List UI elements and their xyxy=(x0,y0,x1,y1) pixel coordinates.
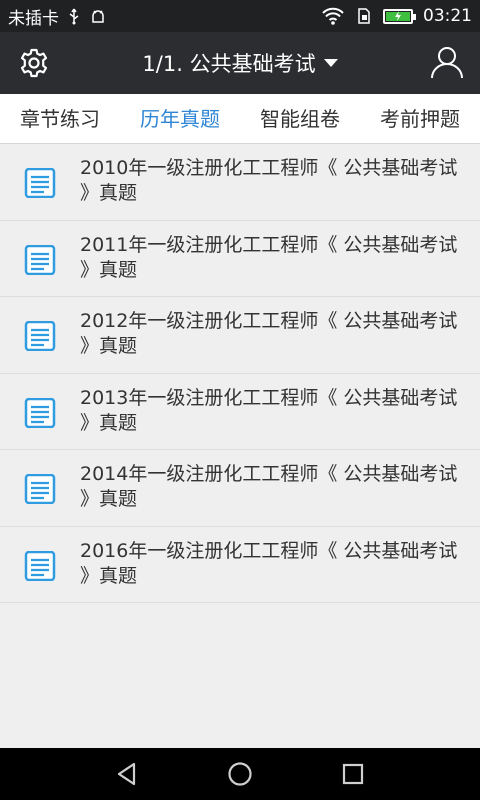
user-icon[interactable] xyxy=(430,45,464,79)
sim-icon xyxy=(358,8,370,24)
list-item[interactable]: 2011年一级注册化工工程师《 公共基础考试 》真题 xyxy=(0,220,480,297)
tab-bar: 章节练习 历年真题 智能组卷 考前押题 xyxy=(0,94,480,144)
document-icon xyxy=(24,397,56,428)
android-debug-icon xyxy=(92,10,104,23)
list-item[interactable]: 2014年一级注册化工工程师《 公共基础考试 》真题 xyxy=(0,450,480,527)
title-dropdown: 1/1. 公共基础考试 xyxy=(0,32,480,94)
app-bar: 1/1. 公共基础考试 xyxy=(0,32,480,94)
tab-chapter-practice[interactable]: 章节练习 xyxy=(0,94,120,144)
exam-list: 2010年一级注册化工工程师《 公共基础考试 》真题 2011年一级注册化工工程… xyxy=(0,144,480,603)
list-item[interactable]: 2010年一级注册化工工程师《 公共基础考试 》真题 xyxy=(0,144,480,221)
exam-title: 2016年一级注册化工工程师《 公共基础考试 》真题 xyxy=(80,539,458,587)
document-icon xyxy=(24,168,56,198)
status-left: 未插卡 xyxy=(8,4,107,29)
exam-title: 2012年一级注册化工工程师《 公共基础考试 》真题 xyxy=(80,310,458,357)
usb-icon xyxy=(69,8,79,25)
exam-title: 2011年一级注册化工工程师《 公共基础考试 》真题 xyxy=(80,233,458,281)
exam-title: 2013年一级注册化工工程师《 公共基础考试 》真题 xyxy=(80,386,458,434)
carrier-text: 未插卡 xyxy=(8,8,59,29)
tab-past-exams[interactable]: 历年真题 xyxy=(120,94,240,144)
home-icon[interactable] xyxy=(226,760,254,788)
exam-title: 2014年一级注册化工工程师《 公共基础考试 》真题 xyxy=(80,463,458,510)
list-item[interactable]: 2013年一级注册化工工程师《 公共基础考试 》真题 xyxy=(0,373,480,450)
wifi-icon xyxy=(322,7,344,25)
battery-charging-icon xyxy=(383,8,416,24)
page-title[interactable]: 1/1. 公共基础考试 xyxy=(142,48,315,78)
list-item[interactable]: 2012年一级注册化工工程师《 公共基础考试 》真题 xyxy=(0,297,480,374)
document-icon xyxy=(24,550,56,581)
list-item[interactable]: 2016年一级注册化工工程师《 公共基础考试 》真题 xyxy=(0,526,480,603)
caret-down-icon[interactable] xyxy=(323,58,338,68)
system-nav-bar xyxy=(0,748,480,800)
tab-smart-paper[interactable]: 智能组卷 xyxy=(240,94,360,144)
status-bar: 未插卡 03:21 xyxy=(0,0,480,32)
status-right: 03:21 xyxy=(321,6,472,26)
document-icon xyxy=(24,321,56,351)
status-time: 03:21 xyxy=(423,6,472,26)
document-icon xyxy=(24,474,56,504)
exam-title: 2010年一级注册化工工程师《 公共基础考试 》真题 xyxy=(80,157,458,204)
gear-icon[interactable] xyxy=(18,47,50,79)
document-icon xyxy=(24,244,56,275)
tab-pre-exam[interactable]: 考前押题 xyxy=(360,94,480,144)
back-icon[interactable] xyxy=(113,760,141,788)
recents-icon[interactable] xyxy=(339,760,367,788)
